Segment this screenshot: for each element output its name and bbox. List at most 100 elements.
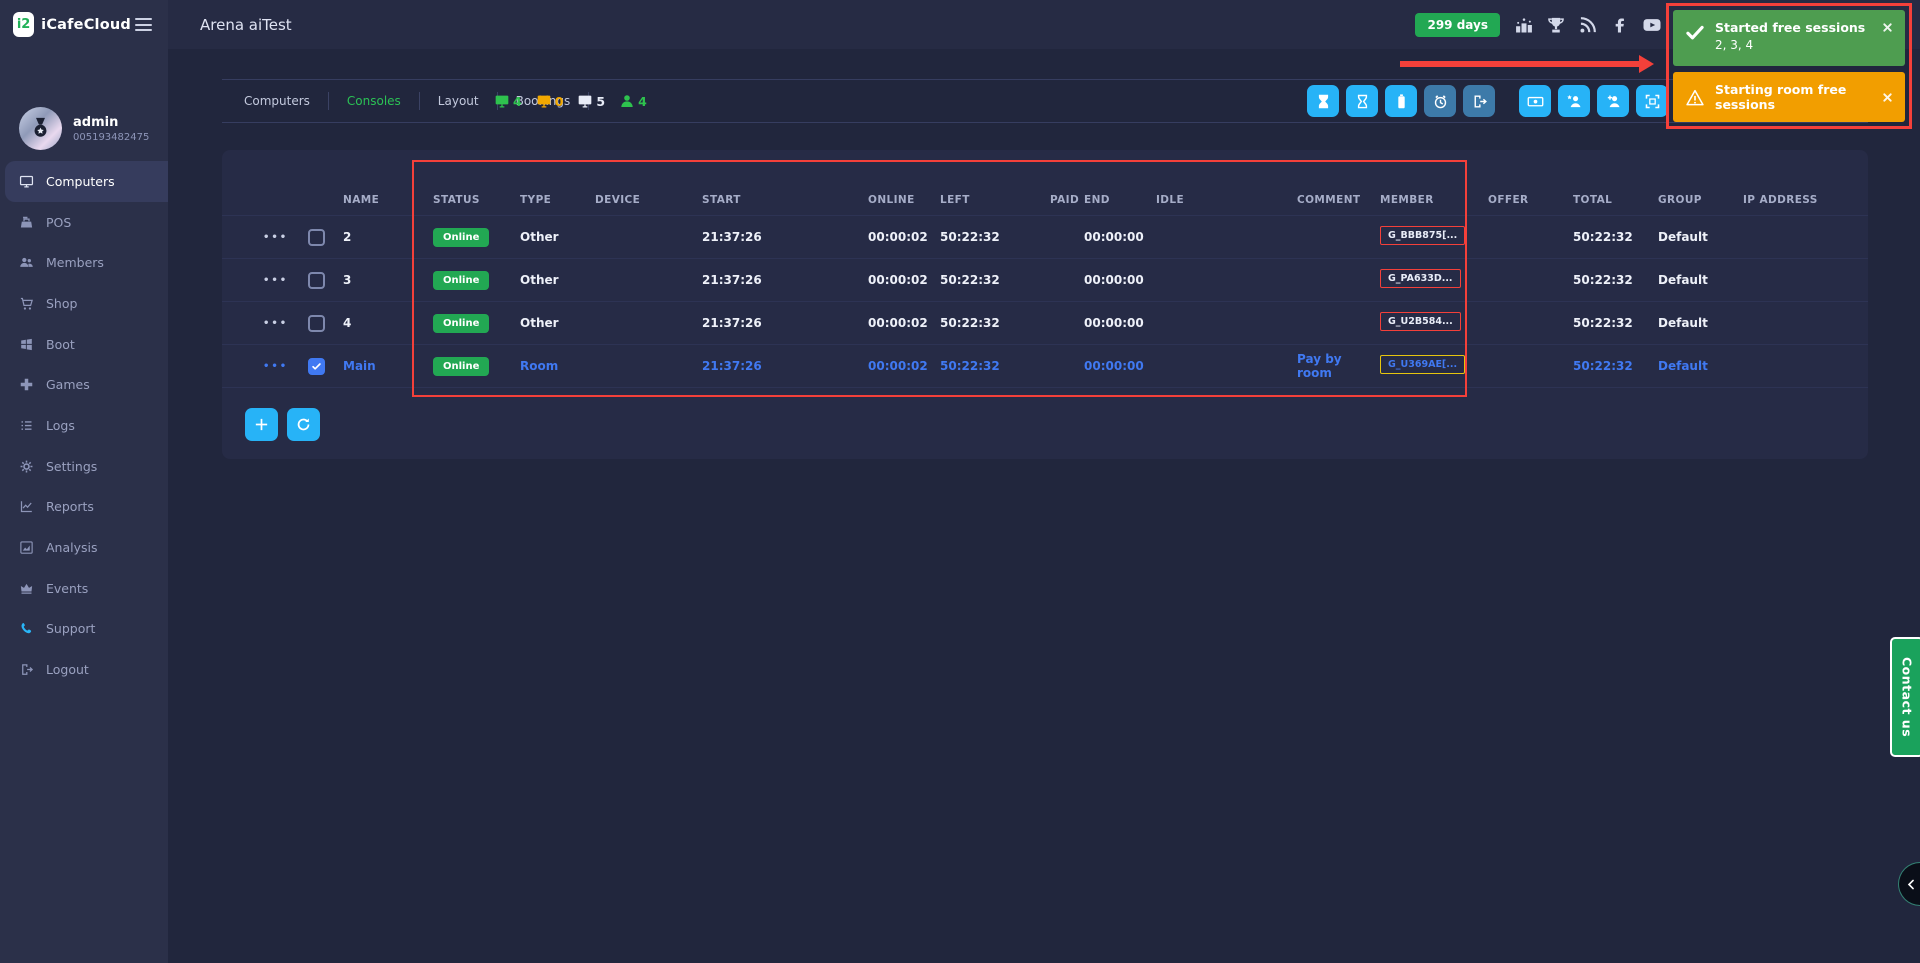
sidebar-item-computers[interactable]: Computers [5, 161, 168, 202]
row-checkbox[interactable] [308, 272, 325, 289]
cell-total: 50:22:32 [1573, 359, 1658, 373]
cell-member: G_U2B584... [1380, 312, 1488, 334]
exit-button[interactable] [1463, 85, 1495, 117]
toolbar-group-1 [1307, 85, 1495, 117]
table-row[interactable]: •••3OnlineOther21:37:2600:00:0250:22:320… [222, 259, 1868, 302]
toast-stack: Started free sessions2, 3, 4Starting roo… [1666, 3, 1912, 129]
toast-close-button[interactable] [1880, 90, 1895, 105]
row-actions-button[interactable]: ••• [263, 361, 308, 372]
sidebar-item-boot[interactable]: Boot [0, 324, 168, 365]
cell-status: Online [433, 271, 520, 290]
member-badge[interactable]: G_U369AE[... [1380, 355, 1465, 374]
cash-button[interactable] [1519, 85, 1551, 117]
tab-layout[interactable]: Layout [420, 94, 497, 108]
cell-total: 50:22:32 [1573, 316, 1658, 330]
sidebar-item-support[interactable]: Support [0, 609, 168, 650]
table-row[interactable]: •••2OnlineOther21:37:2600:00:0250:22:320… [222, 216, 1868, 259]
row-actions-button[interactable]: ••• [263, 275, 308, 286]
hourglass-solid-button[interactable] [1307, 85, 1339, 117]
counter-value: 5 [596, 94, 605, 109]
facebook-icon[interactable] [1610, 15, 1630, 35]
sidebar-item-analysis[interactable]: Analysis [0, 527, 168, 568]
cart-icon [19, 296, 46, 311]
column-header-online: ONLINE [868, 194, 940, 206]
youtube-icon[interactable] [1642, 15, 1662, 35]
column-header-name: NAME [343, 194, 433, 206]
sidebar-item-logs[interactable]: Logs [0, 405, 168, 446]
frame-button[interactable] [1636, 85, 1668, 117]
sidebar-item-label: Boot [46, 337, 75, 352]
sidebar-item-events[interactable]: Events [0, 568, 168, 609]
column-header-status: STATUS [433, 194, 520, 206]
sidebar-item-label: Games [46, 377, 90, 392]
cell-status: Online [433, 314, 520, 333]
battery-button[interactable] [1385, 85, 1417, 117]
user-info: admin 005193482475 [73, 115, 149, 143]
cell-end: 00:00:00 [1084, 359, 1156, 373]
row-checkbox[interactable] [308, 358, 325, 375]
warning-icon [1685, 88, 1705, 108]
podium-icon[interactable] [1514, 15, 1534, 35]
row-actions-button[interactable]: ••• [263, 318, 308, 329]
status-badge: Online [433, 314, 489, 333]
menu-toggle-button[interactable] [131, 14, 156, 35]
sign-out-icon [19, 662, 46, 677]
member-badge[interactable]: G_BBB875[... [1380, 226, 1465, 245]
user-profile[interactable]: admin 005193482475 [19, 107, 149, 150]
cell-name: Main [343, 359, 433, 373]
cell-group: Default [1658, 316, 1743, 330]
table-header-row: NAMESTATUSTYPEDEVICESTARTONLINELEFTPAIDE… [222, 185, 1868, 216]
cell-type: Other [520, 230, 595, 244]
counter-person-3: 4 [619, 93, 647, 109]
brand: i2 iCafeCloud [0, 0, 168, 49]
cell-left: 50:22:32 [940, 230, 1050, 244]
page-title: Arena aiTest [200, 16, 292, 34]
sidebar-item-label: Logs [46, 418, 75, 433]
cell-name: 3 [343, 273, 433, 287]
counter-monitor-1: 0 [536, 93, 564, 109]
sidebar-item-shop[interactable]: Shop [0, 283, 168, 324]
alarm-button[interactable] [1424, 85, 1456, 117]
row-actions-button[interactable]: ••• [263, 232, 308, 243]
cell-start: 21:37:26 [702, 230, 868, 244]
sidebar: admin 005193482475 Computers POSMembersSh… [0, 49, 168, 963]
sidebar-item-label: Computers [46, 174, 115, 189]
row-checkbox[interactable] [308, 315, 325, 332]
counter-value: 4 [638, 94, 647, 109]
cell-group: Default [1658, 230, 1743, 244]
row-checkbox[interactable] [308, 229, 325, 246]
hourglass-outline-button[interactable] [1346, 85, 1378, 117]
cell-end: 00:00:00 [1084, 273, 1156, 287]
monitor-icon [19, 174, 46, 189]
tab-consoles[interactable]: Consoles [329, 94, 419, 108]
sidebar-item-games[interactable]: Games [0, 364, 168, 405]
table-row[interactable]: •••4OnlineOther21:37:2600:00:0250:22:320… [222, 302, 1868, 345]
phone-icon [19, 621, 46, 636]
plus-button[interactable] [245, 408, 278, 441]
crown-icon [19, 581, 46, 596]
column-header-member: MEMBER [1380, 194, 1488, 206]
user-star-button[interactable] [1558, 85, 1590, 117]
sidebar-item-settings[interactable]: Settings [0, 446, 168, 487]
trophy-icon[interactable] [1546, 15, 1566, 35]
sidebar-item-reports[interactable]: Reports [0, 487, 168, 528]
counter-value: 0 [555, 94, 564, 109]
sidebar-item-logout[interactable]: Logout [0, 649, 168, 690]
cell-total: 50:22:32 [1573, 273, 1658, 287]
license-days-badge[interactable]: 299 days [1415, 13, 1500, 37]
table-row[interactable]: •••MainOnlineRoom21:37:2600:00:0250:22:3… [222, 345, 1868, 388]
contact-us-button[interactable]: Contact us [1890, 637, 1920, 757]
member-badge[interactable]: G_PA633D... [1380, 269, 1461, 288]
sidebar-item-pos[interactable]: POS [0, 202, 168, 243]
column-header-offer: OFFER [1488, 194, 1573, 206]
sidebar-item-members[interactable]: Members [0, 242, 168, 283]
member-badge[interactable]: G_U2B584... [1380, 312, 1461, 331]
avatar [19, 107, 62, 150]
rss-icon[interactable] [1578, 15, 1598, 35]
cell-online: 00:00:02 [868, 316, 940, 330]
refresh-button[interactable] [287, 408, 320, 441]
gear-icon [19, 459, 46, 474]
tab-computers[interactable]: Computers [226, 94, 328, 108]
user-plus-button[interactable] [1597, 85, 1629, 117]
toast-close-button[interactable] [1880, 20, 1895, 35]
